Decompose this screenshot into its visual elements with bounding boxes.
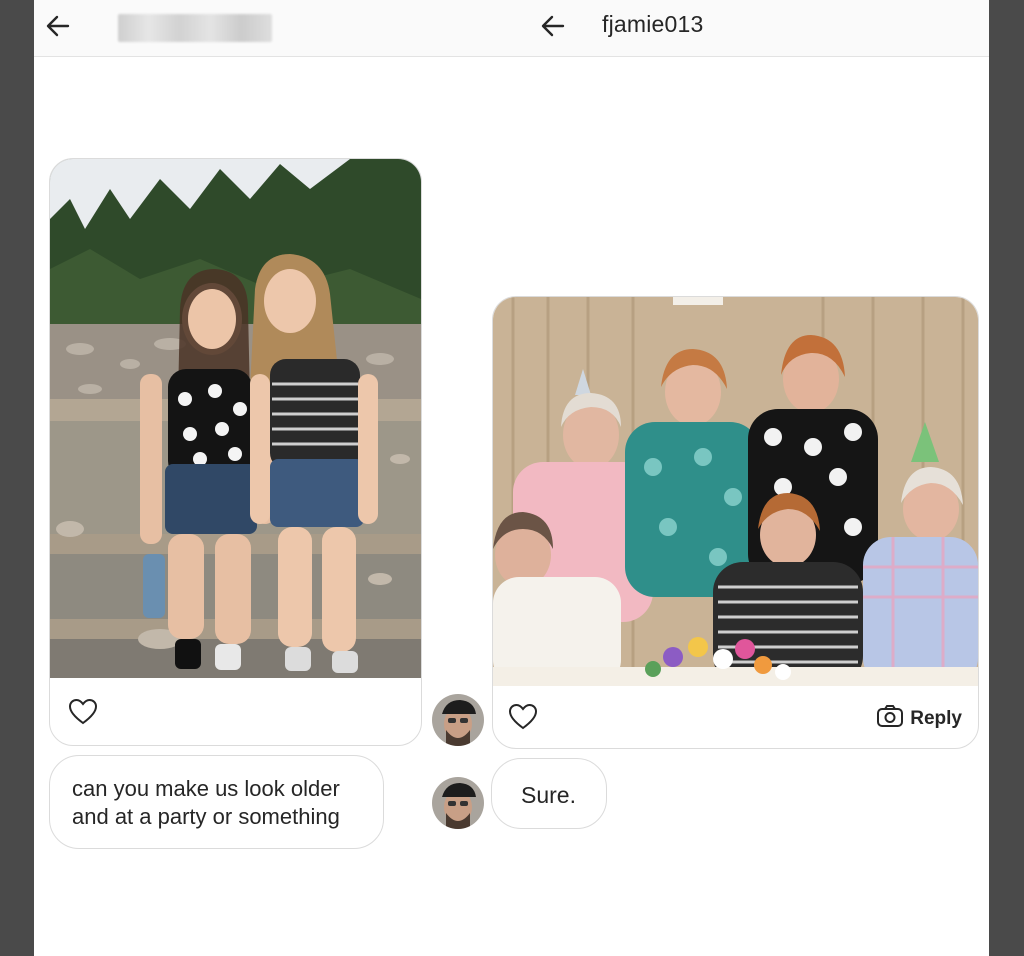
photo-message-left[interactable] xyxy=(49,158,422,746)
message-line-2: and at a party or something xyxy=(72,804,340,829)
avatar[interactable] xyxy=(432,777,484,829)
reply-label: Reply xyxy=(910,707,962,729)
photo-party-group[interactable] xyxy=(493,297,978,686)
heart-icon[interactable] xyxy=(508,703,538,731)
message-text: Sure. xyxy=(521,782,576,808)
back-arrow-icon[interactable] xyxy=(42,10,74,42)
heart-icon[interactable] xyxy=(68,698,98,726)
blurred-sender-name xyxy=(118,14,272,42)
back-arrow-icon[interactable] xyxy=(537,10,569,42)
chat-screen: fjamie013 can you make us look older and… xyxy=(34,0,989,956)
text-message-right[interactable]: Sure. xyxy=(491,758,607,829)
text-message-left[interactable]: can you make us look older and at a part… xyxy=(49,755,384,849)
avatar[interactable] xyxy=(432,694,484,746)
photo-message-right[interactable]: Reply xyxy=(492,296,979,749)
top-bar: fjamie013 xyxy=(34,0,989,57)
chat-username[interactable]: fjamie013 xyxy=(602,11,704,38)
reply-button[interactable]: Reply xyxy=(876,704,962,733)
photo-two-girls[interactable] xyxy=(50,159,421,678)
camera-icon xyxy=(876,704,904,733)
message-line-1: can you make us look older xyxy=(72,776,340,801)
